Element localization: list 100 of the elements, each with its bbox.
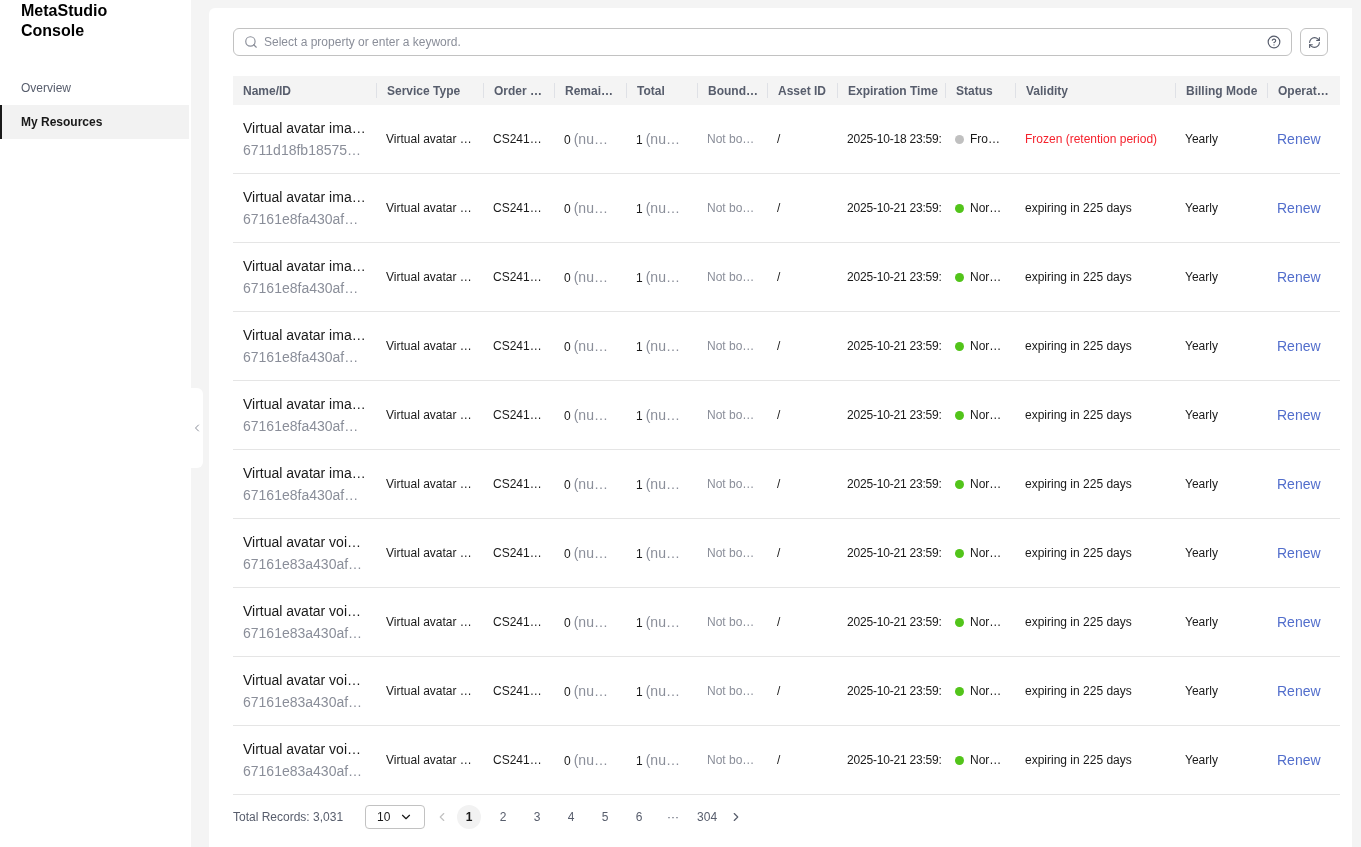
resource-name: Virtual avatar ima… [243,188,366,207]
help-icon[interactable] [1267,35,1281,49]
validity-text: expiring in 225 days [1024,614,1133,631]
page-button[interactable]: 5 [593,805,618,829]
table-cell-text: 2025-10-21 23:59: [846,200,943,217]
resource-id: 67161e83a430af… [243,693,364,712]
page-button[interactable]: 3 [525,805,550,829]
table-cell-text: Yearly [1184,683,1219,700]
table-cell-text: / [776,131,782,148]
table-cell-text: / [776,476,782,493]
table-cell-text: Virtual avatar … [385,476,473,493]
column-header: Name/ID [243,82,292,100]
table-cell-text: Not bo… [706,269,756,286]
table-cell-text: Not bo… [706,545,756,562]
table-cell-text: / [776,545,782,562]
column-header: Validity [1026,82,1069,100]
page-size-select[interactable]: 10 [365,805,426,829]
resource-id: 6711d18fb18575… [243,141,363,160]
renew-link[interactable]: Renew [1277,337,1321,354]
column-header: Operat… [1278,82,1329,100]
resource-name: Virtual avatar voi… [243,602,362,621]
resource-name: Virtual avatar ima… [243,464,366,483]
page-button[interactable]: 304 [695,805,720,829]
table-cell-text: CS241… [492,476,543,493]
table-cell-text: 1 [636,338,643,356]
table-cell-text: CS241… [492,338,543,355]
status-text: Nor… [970,200,1002,217]
search-bar[interactable]: Select a property or enter a keyword. [233,28,1292,56]
table-cell-text: (nu… [573,543,608,563]
column-header: Asset ID [778,82,827,100]
collapse-handle[interactable] [191,388,203,468]
status-text: Nor… [970,407,1002,424]
sidebar-item[interactable]: My Resources [0,105,189,139]
table-cell-text: / [776,269,782,286]
page-button[interactable]: ··· [661,805,686,829]
table-cell-text: CS241… [492,683,543,700]
status-text: Nor… [970,545,1002,562]
table-cell-text: / [776,614,782,631]
page-button[interactable]: 2 [491,805,516,829]
table-cell-text: Virtual avatar … [385,545,473,562]
table-cell-text: Virtual avatar … [385,269,473,286]
resource-name: Virtual avatar ima… [243,326,366,345]
renew-link[interactable]: Renew [1277,130,1321,147]
table-cell-text: Not bo… [706,131,756,148]
renew-link[interactable]: Renew [1277,544,1321,561]
table-cell-text: 0 [564,338,571,356]
page-button[interactable]: 1 [457,805,482,829]
table-cell-text: (nu… [645,129,680,149]
table-cell-text: Yearly [1184,752,1219,769]
table-cell-text: (nu… [573,405,608,425]
table-cell-text: Yearly [1184,476,1219,493]
refresh-icon [1307,35,1321,49]
validity-text: expiring in 225 days [1024,752,1133,769]
page-button[interactable]: 4 [559,805,584,829]
renew-link[interactable]: Renew [1277,682,1321,699]
table-cell-text: Not bo… [706,200,756,217]
table-cell-text: Virtual avatar … [385,338,473,355]
table-cell-text: Yearly [1184,545,1219,562]
table-cell-text: 1 [636,269,643,287]
page-button[interactable]: 6 [627,805,652,829]
table-cell-text: 0 [564,407,571,425]
table-cell-text: 2025-10-21 23:59: [846,407,943,424]
renew-link[interactable]: Renew [1277,475,1321,492]
table-cell-text: (nu… [645,612,680,632]
renew-link[interactable]: Renew [1277,751,1321,768]
table-cell-text: (nu… [645,267,680,287]
table-cell-text: 0 [564,269,571,287]
table-cell-text: Yearly [1184,131,1219,148]
status-text: Fro… [970,131,1000,148]
table-cell-text: (nu… [573,198,608,218]
renew-link[interactable]: Renew [1277,199,1321,216]
renew-link[interactable]: Renew [1277,268,1321,285]
renew-link[interactable]: Renew [1277,406,1321,423]
sidebar-item[interactable]: Overview [0,71,189,105]
table-cell-text: 2025-10-21 23:59: [846,683,943,700]
console-title: Console [21,21,86,41]
table-cell-text: 2025-10-18 23:59: [846,131,943,148]
status-text: Nor… [970,338,1002,355]
resource-id: 67161e8fa430af… [243,210,360,229]
column-header: Billing Mode [1186,82,1258,100]
table-cell-text: 1 [636,200,643,218]
refresh-button[interactable] [1300,28,1328,56]
table-cell-text: Not bo… [706,752,756,769]
table-cell-text: 1 [636,752,643,770]
resource-id: 67161e83a430af… [243,555,364,574]
resource-id: 67161e8fa430af… [243,417,360,436]
resource-id: 67161e8fa430af… [243,348,360,367]
table-cell-text: / [776,200,782,217]
table-cell-text: (nu… [645,336,680,356]
console-title: MetaStudio [21,1,109,21]
renew-link[interactable]: Renew [1277,613,1321,630]
table-cell-text: (nu… [645,198,680,218]
search-field[interactable]: Select a property or enter a keyword. [264,33,1261,51]
table-cell-text: Yearly [1184,614,1219,631]
table-cell-text: 1 [636,545,643,563]
resource-id: 67161e8fa430af… [243,486,360,505]
table-cell-text: 0 [564,545,571,563]
table-cell-text: CS241… [492,545,543,562]
validity-text: expiring in 225 days [1024,200,1133,217]
status-text: Nor… [970,476,1002,493]
